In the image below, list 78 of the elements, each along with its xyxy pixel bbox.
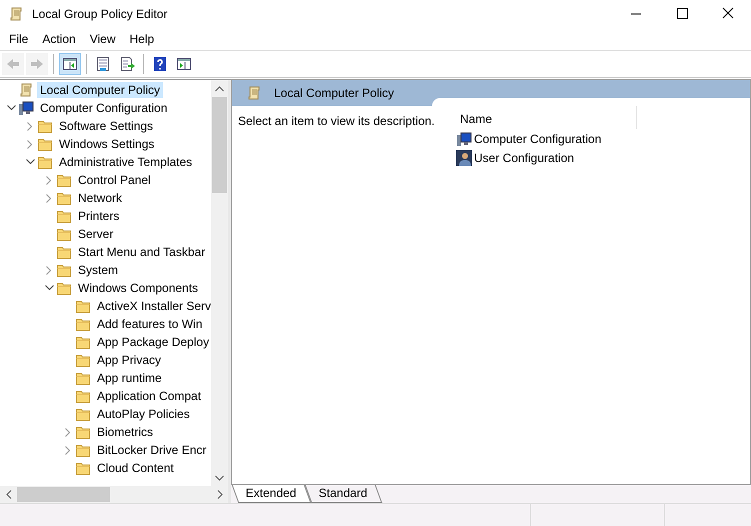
tree-item[interactable]: ActiveX Installer Serv [94, 298, 211, 314]
tree-item[interactable]: Printers [75, 208, 122, 224]
folder-icon [75, 334, 91, 350]
description-text: Select an item to view its description. [237, 113, 436, 130]
folder-icon [75, 388, 91, 404]
folder-icon [37, 154, 53, 170]
horizontal-scrollbar[interactable] [0, 486, 228, 503]
folder-icon [75, 298, 91, 314]
tree-item[interactable]: Add features to Win [94, 316, 206, 332]
tree-item[interactable]: AutoPlay Policies [94, 406, 193, 422]
tree-item[interactable]: BitLocker Drive Encr [94, 442, 210, 458]
list-item[interactable]: User Configuration [474, 150, 574, 164]
folder-icon [75, 442, 91, 458]
scroll-up-icon[interactable] [215, 86, 224, 92]
scroll-thumb[interactable] [17, 487, 110, 502]
folder-icon [56, 190, 72, 206]
tree-item[interactable]: App Package Deploy [94, 334, 211, 350]
scroll-right-icon[interactable] [216, 490, 222, 499]
scroll-thumb[interactable] [212, 97, 227, 193]
folder-icon [75, 406, 91, 422]
collapse-chevron-icon[interactable] [26, 159, 34, 165]
folder-icon [37, 118, 53, 134]
folder-icon [56, 262, 72, 278]
folder-icon [75, 316, 91, 332]
folder-icon [56, 208, 72, 224]
folder-icon [56, 226, 72, 242]
folder-icon [56, 172, 72, 188]
tree-item[interactable]: Windows Settings [56, 136, 158, 152]
tree-item[interactable]: App runtime [94, 370, 165, 386]
folder-icon [75, 424, 91, 440]
tree-item[interactable]: Application Compat [94, 388, 204, 404]
tree-item[interactable]: Cloud Content [94, 460, 177, 476]
tree-item[interactable]: Administrative Templates [56, 154, 196, 170]
tree-item[interactable]: Server [75, 226, 116, 242]
tree-item[interactable]: System [75, 262, 122, 278]
menu-item[interactable]: File [2, 30, 36, 48]
scroll-icon [8, 6, 24, 22]
computer-icon [18, 100, 34, 116]
header-title: Local Computer Policy [274, 86, 394, 100]
expand-chevron-icon[interactable] [46, 194, 52, 202]
tree-item[interactable]: Software Settings [56, 118, 156, 134]
tree-item[interactable]: Local Computer Policy [37, 82, 164, 98]
vertical-scrollbar[interactable] [211, 80, 228, 486]
expand-chevron-icon[interactable] [27, 122, 33, 130]
folder-icon [75, 370, 91, 386]
column-header[interactable]: Name [454, 104, 637, 129]
tree-item[interactable]: App Privacy [94, 352, 164, 368]
tree-item[interactable]: Computer Configuration [37, 100, 170, 116]
scroll-left-icon[interactable] [6, 490, 12, 499]
folder-icon [56, 280, 72, 296]
tree-item[interactable]: Network [75, 190, 126, 206]
tree-item[interactable]: Control Panel [75, 172, 154, 188]
expand-chevron-icon[interactable] [27, 140, 33, 148]
tree-item[interactable]: Biometrics [94, 424, 156, 440]
folder-icon [75, 460, 91, 476]
scroll-icon [246, 85, 262, 101]
menu-item[interactable]: View [82, 30, 122, 48]
window-title: Local Group Policy Editor [32, 7, 168, 21]
collapse-chevron-icon[interactable] [6, 105, 16, 111]
folder-icon [37, 136, 53, 152]
tree-item[interactable]: Start Menu and Taskbar [75, 244, 208, 260]
folder-icon [75, 352, 91, 368]
view-tab[interactable]: Extended [232, 485, 311, 503]
computer-icon [456, 130, 472, 146]
expand-chevron-icon[interactable] [65, 428, 71, 436]
user-icon [456, 150, 472, 166]
scroll-icon [18, 82, 34, 98]
folder-icon [56, 244, 72, 260]
view-tab[interactable]: Standard [304, 485, 382, 503]
tree-item[interactable]: Windows Components [75, 280, 202, 296]
expand-chevron-icon[interactable] [46, 176, 52, 184]
expand-chevron-icon[interactable] [65, 446, 71, 454]
menu-item[interactable]: Help [122, 30, 162, 48]
list-item[interactable]: Computer Configuration [474, 132, 602, 146]
scroll-down-icon[interactable] [215, 474, 224, 480]
expand-chevron-icon[interactable] [46, 266, 52, 274]
collapse-chevron-icon[interactable] [44, 285, 54, 291]
menu-item[interactable]: Action [35, 30, 83, 48]
